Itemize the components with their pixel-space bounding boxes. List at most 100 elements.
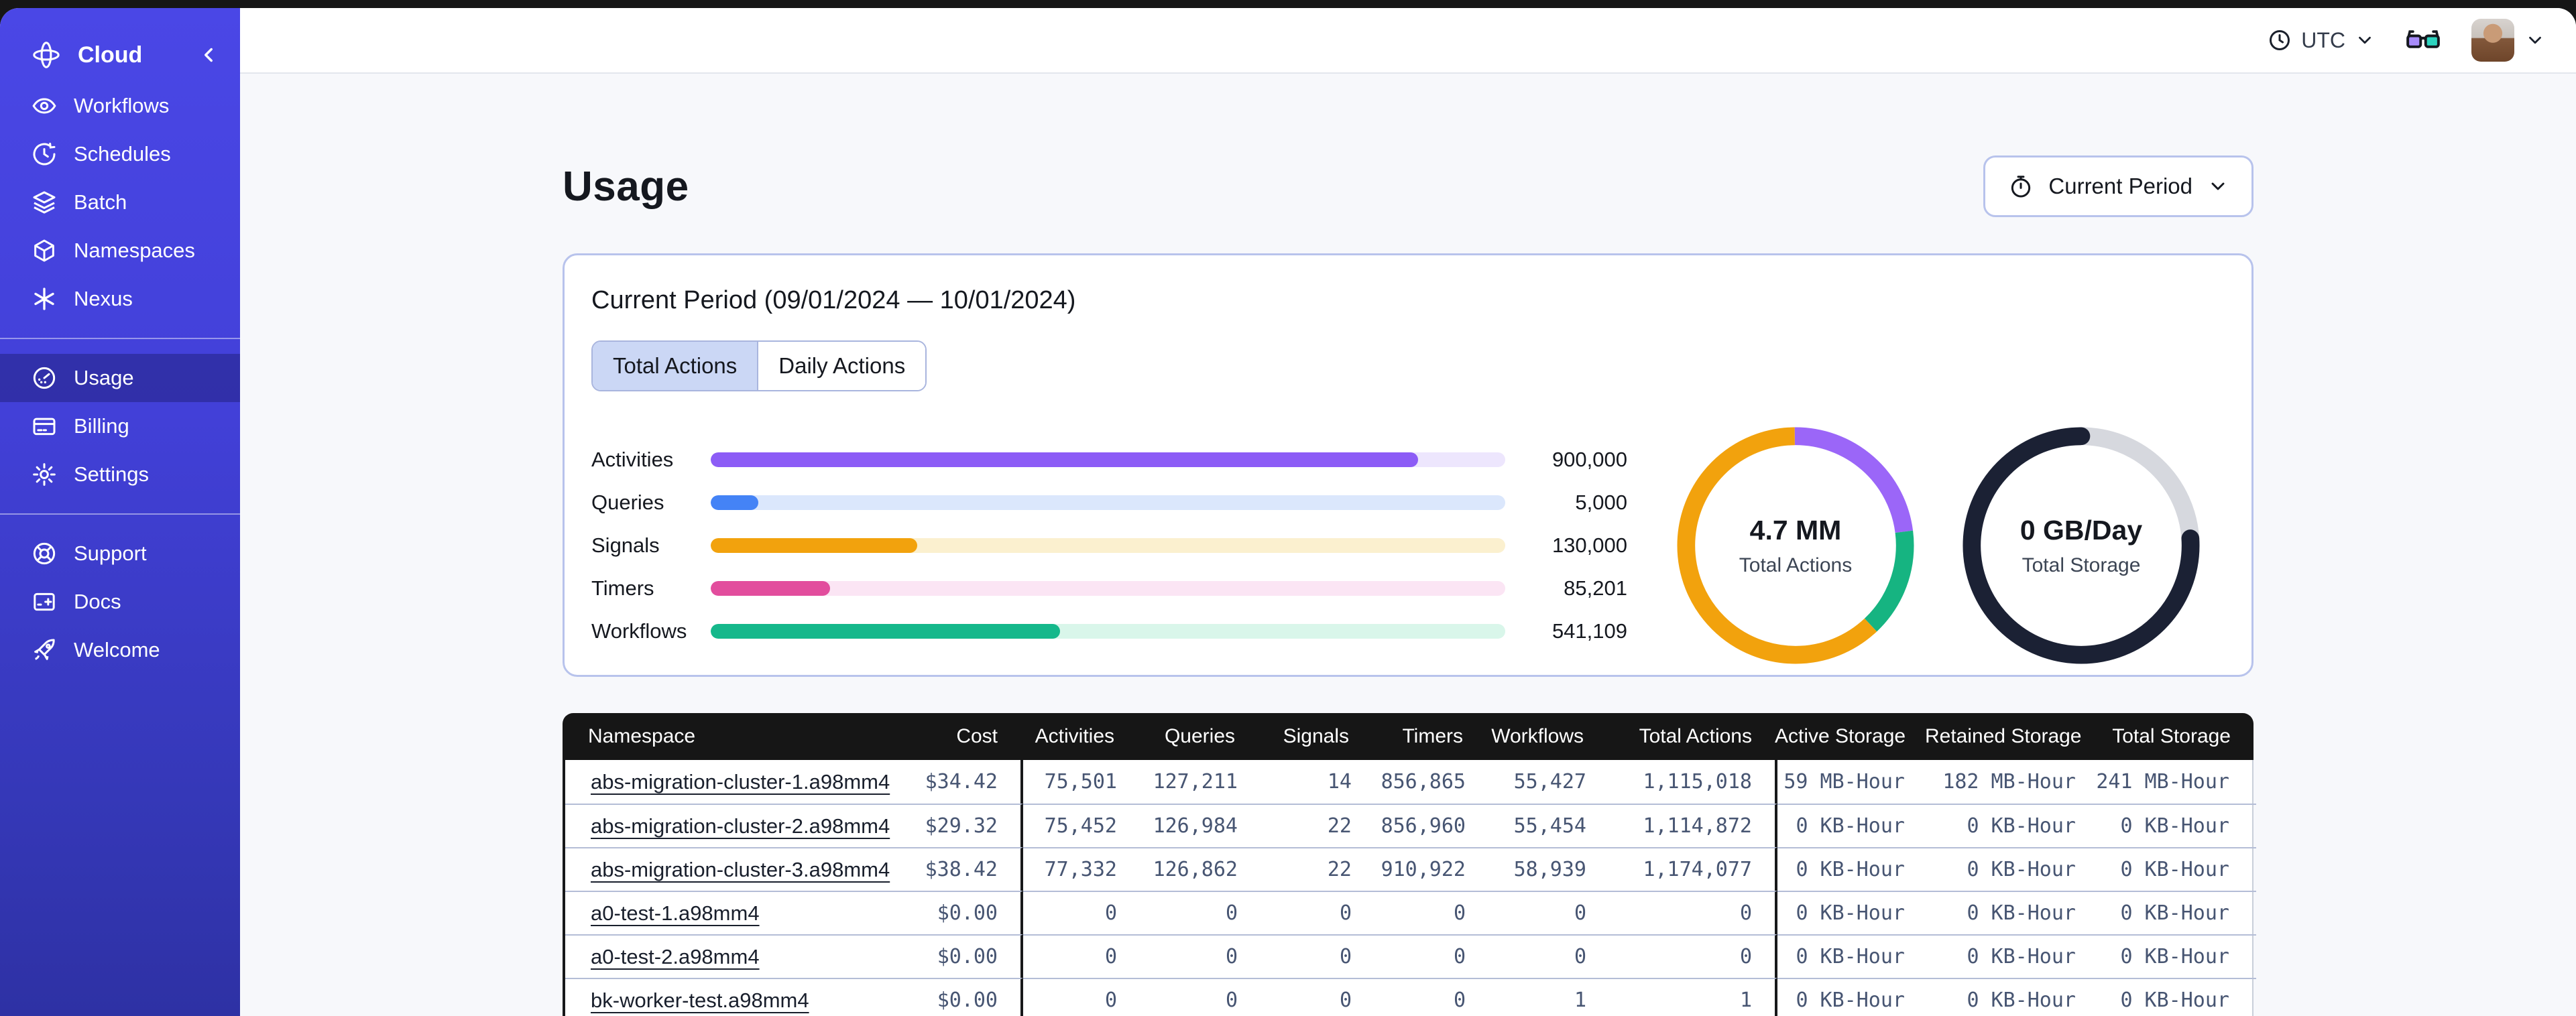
schedules-icon [31, 141, 58, 168]
sidebar-item-support[interactable]: Support [0, 529, 240, 578]
bar-label: Signals [591, 533, 660, 557]
tab-daily-actions[interactable]: Daily Actions [757, 342, 926, 390]
bar-value: 541,109 [1552, 619, 1627, 643]
sidebar-item-workflows[interactable]: Workflows [0, 82, 240, 130]
column-header-timers: Timers [1402, 725, 1463, 747]
activities-cell: 0 [1023, 934, 1140, 978]
queries-cell: 126,862 [1140, 847, 1261, 891]
sidebar-item-settings[interactable]: Settings [0, 450, 240, 499]
bar-row-signals: Signals 130,000 [591, 524, 1627, 567]
bar-value: 5,000 [1575, 491, 1627, 514]
stopwatch-icon [2008, 174, 2034, 199]
sidebar-item-usage[interactable]: Usage [0, 354, 240, 402]
sidebar-item-label: Support [74, 542, 147, 565]
sidebar-item-welcome[interactable]: Welcome [0, 626, 240, 674]
signals-cell: 0 [1261, 978, 1374, 1016]
total-actions-cell: 1,174,077 [1609, 847, 1777, 891]
bar-row-queries: Queries 5,000 [591, 481, 1627, 524]
glasses-icon[interactable] [2404, 21, 2442, 59]
sidebar-item-docs[interactable]: Docs [0, 578, 240, 626]
queries-cell: 126,984 [1140, 804, 1261, 847]
sidebar-collapse-button[interactable] [197, 44, 220, 66]
queries-cell: 0 [1140, 891, 1261, 934]
bar-row-workflows: Workflows 541,109 [591, 610, 1627, 653]
batch-icon [31, 189, 58, 216]
bar-track [711, 538, 1505, 553]
activities-cell: 0 [1023, 978, 1140, 1016]
namespace-link[interactable]: abs-migration-cluster-1.a98mm4 [591, 770, 890, 794]
card-title: Current Period (09/01/2024 — 10/01/2024) [591, 286, 1076, 314]
timers-cell: 910,922 [1374, 847, 1488, 891]
sidebar-item-label: Schedules [74, 142, 171, 166]
cost-cell: $34.42 [854, 760, 1023, 804]
bar-track [711, 495, 1505, 510]
workflows-icon [31, 92, 58, 119]
welcome-icon [31, 637, 58, 663]
cost-cell: $0.00 [854, 978, 1023, 1016]
tab-total-actions[interactable]: Total Actions [593, 342, 758, 390]
activities-cell: 0 [1023, 891, 1140, 934]
namespace-link[interactable]: bk-worker-test.a98mm4 [591, 989, 809, 1013]
namespace-cell: a0-test-1.a98mm4 [565, 891, 854, 934]
timezone-selector[interactable]: UTC [2268, 28, 2375, 53]
sidebar-item-namespaces[interactable]: Namespaces [0, 227, 240, 275]
bar-label: Timers [591, 576, 654, 600]
activities-cell: 77,332 [1023, 847, 1140, 891]
namespace-usage-table: Namespace Cost Activities Queries Signal… [563, 713, 2256, 1016]
namespaces-icon [31, 237, 58, 264]
sidebar-item-batch[interactable]: Batch [0, 178, 240, 227]
activities-cell: 75,452 [1023, 804, 1140, 847]
retained-storage-cell: 0 KB-Hour [1928, 804, 2099, 847]
period-dropdown-button[interactable]: Current Period [1983, 155, 2253, 217]
table-body: abs-migration-cluster-1.a98mm4 $34.42 75… [563, 760, 2256, 1016]
total-actions-donut: 4.7 MM Total Actions [1676, 426, 1915, 665]
signals-cell: 22 [1261, 804, 1374, 847]
nexus-icon [31, 285, 58, 312]
sidebar-item-label: Welcome [74, 638, 160, 661]
settings-icon [31, 461, 58, 488]
namespace-link[interactable]: a0-test-2.a98mm4 [591, 945, 760, 969]
page-content: Usage Current Period Current Period (09/… [240, 74, 2576, 1016]
column-header-activities: Activities [1035, 725, 1114, 747]
bar-fill [711, 495, 759, 510]
activities-cell: 75,501 [1044, 770, 1117, 793]
bar-label: Activities [591, 448, 674, 471]
cost-cell: $0.00 [854, 934, 1023, 978]
account-menu[interactable] [2471, 19, 2545, 62]
signals-cell: 22 [1261, 847, 1374, 891]
timezone-label: UTC [2301, 27, 2345, 52]
namespace-cell: abs-migration-cluster-2.a98mm4 [565, 804, 890, 847]
active-storage-cell: 0 KB-Hour [1777, 978, 1928, 1016]
retained-storage-cell: 0 KB-Hour [1928, 891, 2099, 934]
total-storage-donut: 0 GB/Day Total Storage [1962, 426, 2201, 665]
actions-tab-group: Total Actions Daily Actions [591, 340, 927, 391]
total-storage-cell: 0 KB-Hour [2099, 934, 2256, 978]
workflows-cell: 58,939 [1488, 847, 1609, 891]
table-row: bk-worker-test.a98mm4 $0.00 0 0 0 0 1 1 … [565, 978, 2256, 1016]
queries-cell: 0 [1140, 934, 1261, 978]
bar-track [711, 624, 1505, 639]
namespace-link[interactable]: abs-migration-cluster-2.a98mm4 [591, 814, 890, 838]
retained-storage-cell: 182 MB-Hour [1942, 770, 2076, 793]
user-avatar [2471, 19, 2514, 62]
bar-row-activities: Activities 900,000 [591, 438, 1627, 481]
sidebar-item-schedules[interactable]: Schedules [0, 130, 240, 178]
donut-label: Total Storage [2022, 554, 2141, 576]
retained-storage-cell: 0 KB-Hour [1928, 934, 2099, 978]
column-header-cost: Cost [956, 725, 998, 747]
sidebar-item-nexus[interactable]: Nexus [0, 275, 240, 323]
column-header-signals: Signals [1283, 725, 1349, 747]
total-storage-cell: 0 KB-Hour [2099, 978, 2256, 1016]
column-header-total-actions: Total Actions [1639, 725, 1752, 747]
bar-value: 85,201 [1564, 576, 1627, 600]
workflows-cell: 0 [1488, 934, 1609, 978]
sidebar-item-label: Billing [74, 414, 129, 438]
namespace-link[interactable]: a0-test-1.a98mm4 [591, 901, 760, 926]
sidebar-item-billing[interactable]: Billing [0, 402, 240, 450]
column-header-namespace: Namespace [588, 725, 696, 747]
sidebar-item-label: Nexus [74, 287, 133, 310]
cloud-orbit-icon [31, 40, 62, 70]
namespace-link[interactable]: abs-migration-cluster-3.a98mm4 [591, 858, 890, 882]
workflows-cell: 0 [1488, 891, 1609, 934]
namespace-cell: abs-migration-cluster-1.a98mm4 [565, 760, 890, 804]
